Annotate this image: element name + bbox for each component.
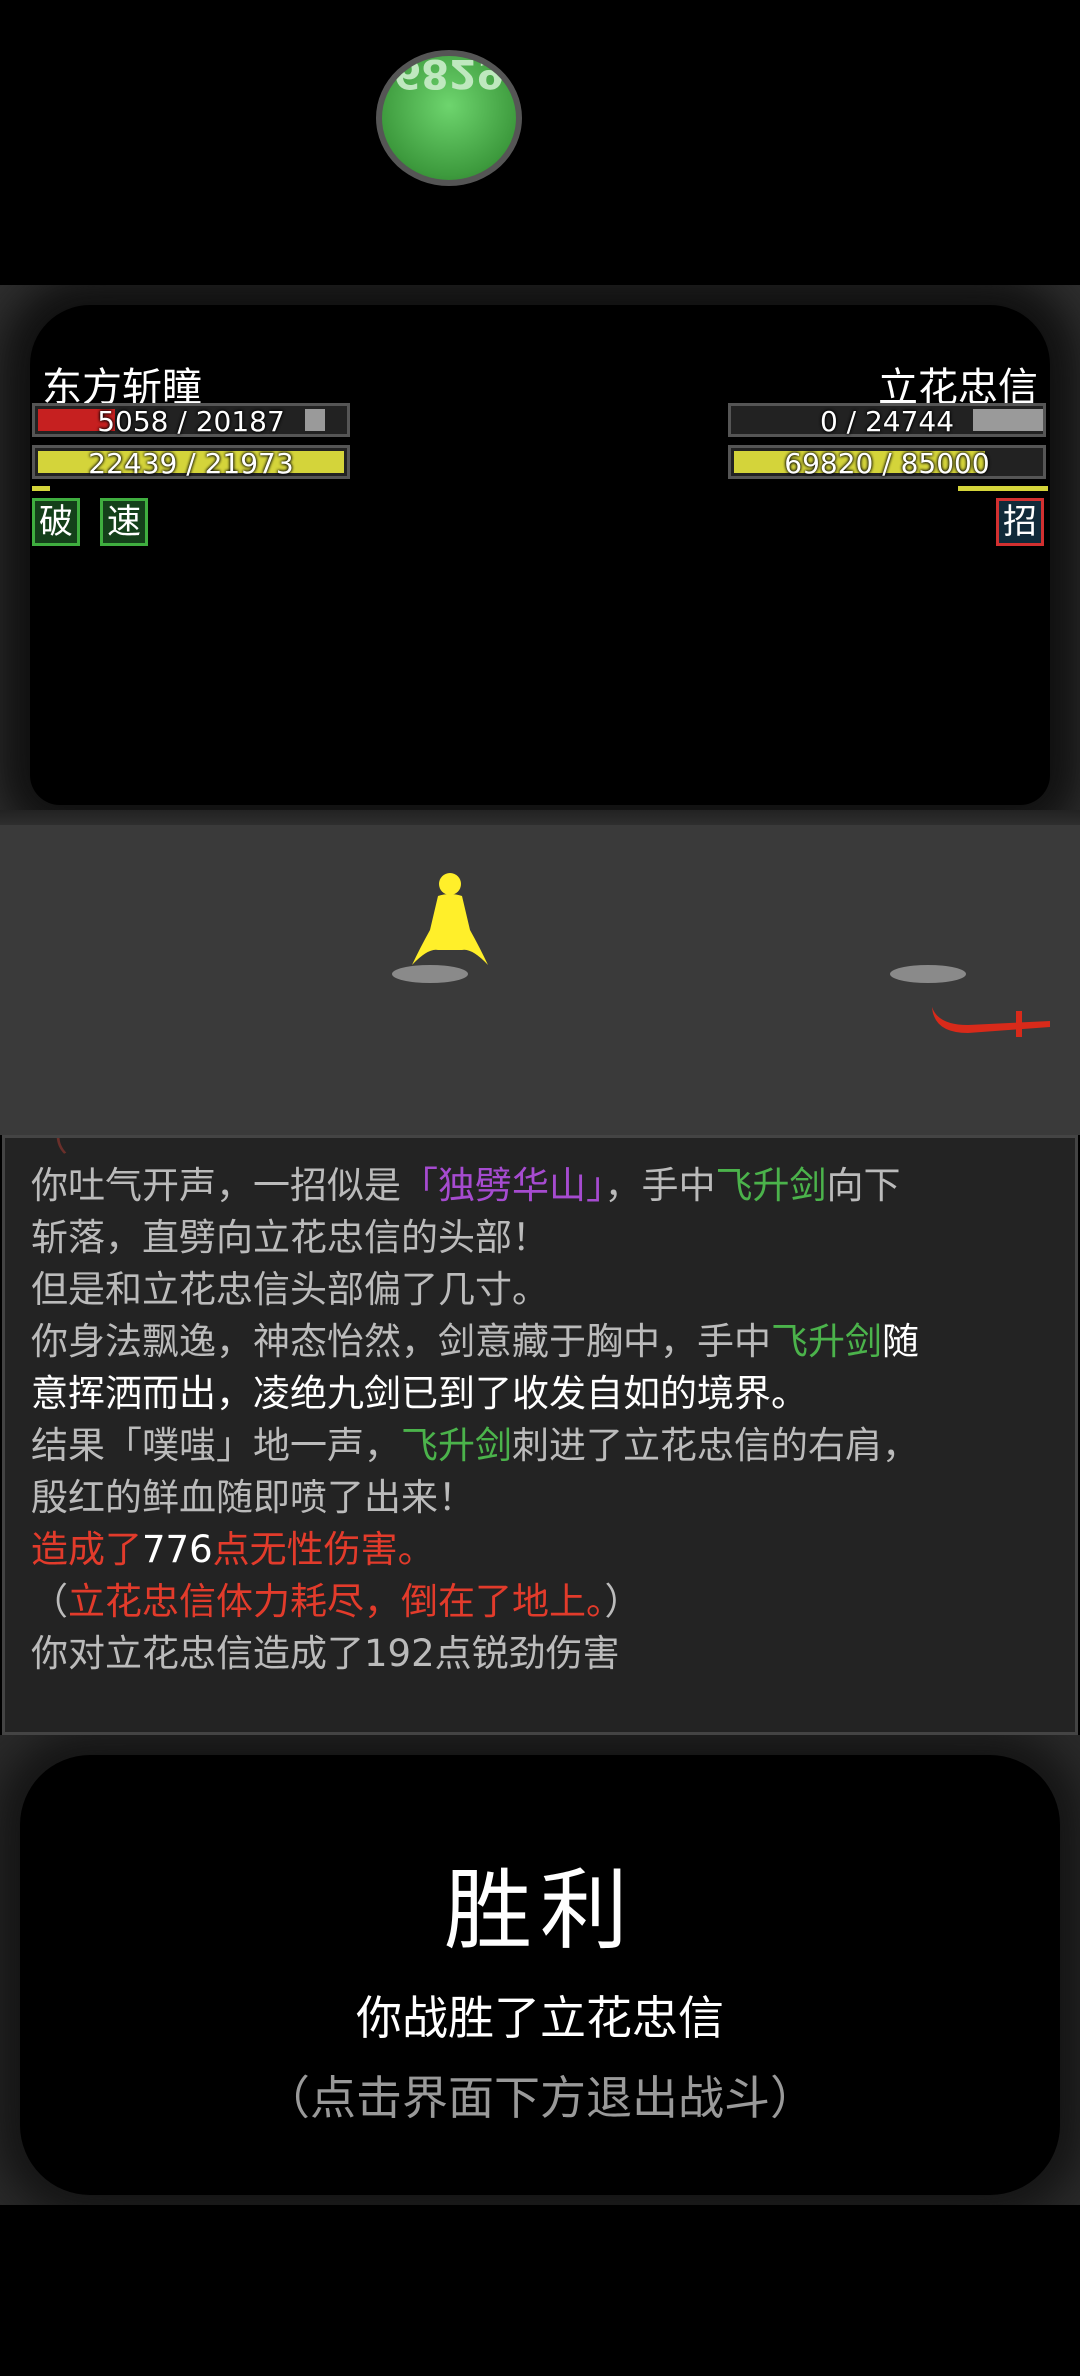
victory-background: [20, 1755, 1060, 2195]
player-mp-text: 22439 / 21973: [88, 447, 294, 480]
log-line: 你身法飘逸，神态怡然，剑意藏于胸中，手中飞升剑随: [31, 1320, 919, 1363]
log-line: 你吐气开声，一招似是「独劈华山」，手中飞升剑向下: [31, 1164, 901, 1207]
status-icon-po: 破: [32, 498, 80, 546]
log-line: 但是和立花忠信头部偏了几寸。: [31, 1268, 549, 1311]
player-figure-icon: [412, 873, 488, 965]
player-hp-text: 5058 / 20187: [97, 405, 285, 438]
log-line: 殷红的鲜血随即喷了出来！: [31, 1476, 475, 1519]
player-charge-bar: [32, 486, 50, 491]
victory-subtitle: 你战胜了立花忠信: [356, 1991, 724, 2045]
status-icon-su: 速: [100, 498, 148, 546]
coin-button[interactable]: 6829: [376, 50, 522, 186]
log-line: 斩落，直劈向立花忠信的头部！: [31, 1216, 549, 1259]
player-mp-bar: 22439 / 21973: [32, 445, 350, 480]
enemy-hp-text: 0 / 24744: [819, 405, 955, 438]
log-line: 你对立花忠信造成了192点锐劲伤害: [31, 1632, 620, 1675]
log-line: 造成了776点无性伤害。: [31, 1528, 435, 1571]
enemy-mp-bar: 69820 / 85000: [728, 445, 1046, 480]
victory-panel[interactable]: 胜利 你战胜了立花忠信 （点击界面下方退出战斗）: [0, 1735, 1080, 2205]
bottom-exit-area[interactable]: [0, 2205, 1080, 2376]
top-bar: 6829: [0, 0, 1080, 285]
enemy-sword-icon: [932, 1007, 1050, 1037]
enemy-charge-bar: [958, 486, 1048, 491]
log-line: 意挥洒而出，凌绝九剑已到了收发自如的境界。: [31, 1372, 808, 1415]
enemy-mp-text: 69820 / 85000: [784, 447, 990, 480]
enemy-shadow: [890, 965, 966, 983]
combat-log[interactable]: （ 你吐气开声，一招似是「独劈华山」，手中飞升剑向下 斩落，直劈向立花忠信的头部…: [2, 1135, 1078, 1735]
enemy-hp-bar: 0 / 24744: [728, 403, 1046, 438]
battle-arena: 东方斩瞳 5058 / 20187 22439 / 21973 破 速 立花忠信…: [0, 285, 1080, 1135]
exit-hint: （点击界面下方退出战斗）: [264, 2071, 816, 2125]
victory-title: 胜利: [443, 1859, 636, 1962]
log-line: 结果「噗嗤」地一声，飞升剑刺进了立花忠信的右肩，: [31, 1424, 919, 1467]
player-hp-bar: 5058 / 20187: [32, 403, 350, 438]
log-line: （立花忠信体力耗尽，倒在了地上。）: [31, 1580, 642, 1623]
status-icon-zhao: 招: [996, 498, 1044, 546]
coin-label: 6829: [393, 50, 505, 96]
